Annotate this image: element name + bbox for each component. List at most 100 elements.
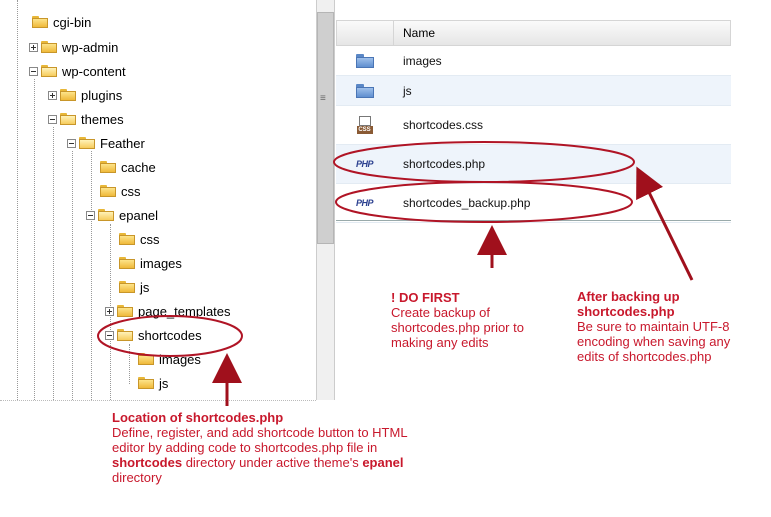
tree-connector: [91, 151, 92, 400]
tree-node-epanel[interactable]: epanel: [86, 205, 158, 225]
annotation-line: shortcodes directory under active theme'…: [112, 455, 408, 470]
file-name: shortcodes.php: [403, 157, 486, 171]
tree-node-wp-admin[interactable]: wp-admin: [29, 37, 118, 57]
folder-icon: [117, 305, 133, 317]
file-row-shortcodes-backup-php[interactable]: PHP shortcodes_backup.php: [336, 184, 731, 223]
tree-node-label: images: [140, 255, 182, 271]
collapse-icon[interactable]: [48, 114, 57, 124]
folder-icon: [138, 353, 154, 365]
open-folder-icon: [79, 137, 95, 149]
tree-node-plugins[interactable]: plugins: [48, 85, 122, 105]
annotation-line: making any edits: [391, 335, 489, 350]
annotation-line: directory: [112, 470, 162, 485]
annotation-location: Location of shortcodes.php Define, regis…: [112, 410, 408, 485]
tree-connector: [17, 0, 18, 400]
folder-icon: [119, 257, 135, 269]
tree-node-cgi-bin[interactable]: cgi-bin: [32, 12, 91, 32]
annotation-title: ! DO FIRST: [391, 290, 460, 305]
file-name: images: [403, 53, 442, 68]
file-list-bottom-border: [336, 220, 731, 221]
tree-node-themes[interactable]: themes: [48, 109, 124, 129]
php-file-icon: PHP: [355, 198, 374, 208]
tree-node-feather[interactable]: Feather: [67, 133, 145, 153]
tree-node-epanel-js[interactable]: js: [119, 277, 149, 297]
expand-icon[interactable]: [105, 306, 114, 316]
file-name: shortcodes.css: [403, 118, 484, 132]
folder-icon: [100, 161, 116, 173]
tree-node-label: js: [140, 279, 150, 295]
file-list: Name images js CSS shortcodes.css PHP sh…: [336, 20, 731, 223]
annotation-line: encoding when saving any: [577, 334, 731, 349]
tree-scrollbar-thumb[interactable]: [317, 12, 334, 244]
tree-node-label: css: [140, 231, 160, 247]
tree-node-cache[interactable]: cache: [100, 157, 156, 177]
expand-icon[interactable]: [29, 42, 38, 52]
collapse-icon[interactable]: [105, 330, 114, 340]
folder-icon: [60, 89, 76, 101]
tree-connector: [129, 344, 130, 384]
tree-node-label: cgi-bin: [53, 14, 92, 30]
tree-node-page-templates[interactable]: page_templates: [105, 301, 231, 321]
folder-icon: [355, 53, 374, 68]
icon-column-header[interactable]: [337, 21, 394, 45]
collapse-icon[interactable]: [29, 66, 38, 76]
annotation-title: After backing up: [577, 289, 680, 304]
file-row-shortcodes-css[interactable]: CSS shortcodes.css: [336, 106, 731, 145]
tree-node-label: page_templates: [138, 303, 231, 319]
tree-node-label: themes: [81, 111, 124, 127]
file-row-js[interactable]: js: [336, 76, 731, 106]
annotation-title: Location of shortcodes.php: [112, 410, 284, 425]
php-file-icon: PHP: [355, 159, 374, 169]
tree-node-wp-content[interactable]: wp-content: [29, 61, 126, 81]
file-list-header: Name: [336, 20, 731, 46]
tree-node-epanel-css[interactable]: css: [119, 229, 160, 249]
css-file-icon: CSS: [356, 116, 373, 134]
tree-node-label: wp-content: [62, 63, 126, 79]
collapse-icon[interactable]: [86, 210, 95, 220]
open-folder-icon: [98, 209, 114, 221]
annotation-bold: shortcodes: [112, 455, 183, 470]
annotation-do-first: ! DO FIRST Create backup of shortcodes.p…: [391, 290, 524, 350]
open-folder-icon: [41, 65, 57, 77]
folder-icon: [355, 83, 374, 98]
annotation-after-backup: After backing up shortcodes.php Be sure …: [577, 289, 730, 364]
tree-node-label: epanel: [119, 207, 159, 223]
tree-connector: [53, 127, 54, 400]
file-name: js: [403, 83, 412, 98]
tree-connector: [72, 151, 73, 400]
css-icon-text: CSS: [356, 126, 373, 134]
expand-icon[interactable]: [48, 90, 57, 100]
annotation-line: editor by adding code to shortcodes.php …: [112, 440, 378, 455]
tree-node-label: plugins: [81, 87, 123, 103]
folder-tree-panel: cgi-bin wp-admin wp-content plugins them…: [0, 0, 316, 400]
tree-node-shortcodes[interactable]: shortcodes: [105, 325, 202, 345]
annotation-line: edits of shortcodes.php: [577, 349, 712, 364]
folder-icon: [41, 41, 57, 53]
collapse-icon[interactable]: [67, 138, 76, 148]
file-name: shortcodes_backup.php: [403, 196, 531, 210]
tree-node-shortcodes-js[interactable]: js: [138, 373, 168, 393]
tree-connector: [34, 79, 35, 400]
tree-node-label: shortcodes: [138, 327, 202, 343]
folder-icon: [119, 233, 135, 245]
tree-bottom-divider: [0, 400, 316, 401]
file-row-images[interactable]: images: [336, 46, 731, 76]
tree-node-epanel-images[interactable]: images: [119, 253, 182, 273]
tree-node-label: css: [121, 183, 141, 199]
annotation-line: Create backup of: [391, 305, 491, 320]
annotation-line: shortcodes.php prior to: [391, 320, 524, 335]
splitter-grip-icon[interactable]: ≡: [320, 94, 326, 104]
name-column-header[interactable]: Name: [394, 26, 435, 40]
tree-node-shortcodes-images[interactable]: images: [138, 349, 201, 369]
annotation-bold: epanel: [362, 455, 404, 470]
tree-node-label: cache: [121, 159, 156, 175]
file-row-shortcodes-php[interactable]: PHP shortcodes.php: [336, 145, 731, 184]
open-folder-icon: [117, 329, 133, 341]
folder-icon: [119, 281, 135, 293]
annotation-line: Be sure to maintain UTF-8: [577, 319, 730, 334]
tree-node-css[interactable]: css: [100, 181, 141, 201]
annotation-text: directory under active theme's: [182, 455, 363, 470]
annotation-line: Define, register, and add shortcode butt…: [112, 425, 408, 440]
folder-icon: [138, 377, 154, 389]
tree-node-label: images: [159, 351, 201, 367]
